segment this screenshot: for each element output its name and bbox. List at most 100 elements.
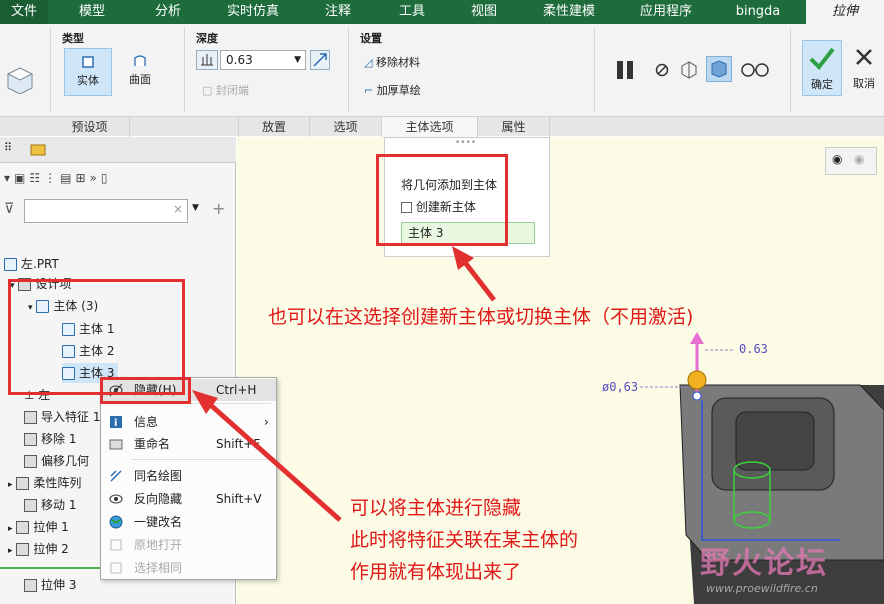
eye-icon[interactable]: ◉	[832, 152, 842, 166]
tree-item-flex[interactable]: ▸ 柔性阵列	[8, 473, 81, 493]
ok-button[interactable]: 确定	[802, 40, 842, 96]
tree-item-extrude-2[interactable]: ▸ 拉伸 2	[8, 539, 69, 559]
menu-item-reverse-hide[interactable]: 反向隐藏 Shift+V	[101, 488, 276, 510]
remove-material-icon: ◿	[364, 56, 373, 69]
tree-columns-icon[interactable]: ⊞	[75, 171, 89, 185]
select-same-label: 选择相同	[134, 561, 183, 575]
expand-icon[interactable]: ▸	[8, 546, 13, 556]
tree-toolbar: ▾▣☷⋮▤⊞»▯	[4, 171, 112, 185]
folder-browser-icon[interactable]	[30, 142, 46, 156]
remove-material-button[interactable]: ◿ 移除材料	[364, 54, 420, 70]
cancel-button[interactable]: 取消	[846, 40, 882, 96]
menu-model[interactable]: 模型	[64, 0, 120, 24]
verify-preview-icon	[711, 60, 727, 78]
thicken-label: 加厚草绘	[376, 84, 421, 97]
add-icon[interactable]: +	[212, 199, 225, 218]
submenu-arrow-icon: ›	[264, 415, 269, 429]
flip-direction-button[interactable]	[310, 50, 330, 70]
expand-icon[interactable]: ▸	[8, 480, 13, 490]
menu-bingda[interactable]: bingda	[728, 0, 788, 24]
move2-label: 移动 1	[41, 498, 77, 512]
expand-icon[interactable]: »	[90, 171, 101, 185]
depth-type-button[interactable]	[196, 50, 218, 70]
expand-icon[interactable]: ▸	[8, 524, 13, 534]
tab-presets[interactable]: 预设项	[50, 117, 130, 137]
menu-analysis[interactable]: 分析	[140, 0, 196, 24]
offset-label: 偏移几何	[41, 454, 90, 468]
menu-tools[interactable]: 工具	[384, 0, 440, 24]
tab-body-options[interactable]: 主体选项	[382, 117, 478, 137]
tree-item-extrude-3[interactable]: 拉伸 3	[24, 575, 76, 595]
info-label: 信息	[134, 415, 159, 429]
context-menu: 隐藏(H) Ctrl+H i 信息 › 重命名 Shift+F 同名绘图 反向隐藏 Sh…	[100, 377, 277, 580]
menu-item-select-same[interactable]: 选择相同	[101, 557, 276, 579]
depth-group-label: 深度	[196, 32, 218, 45]
depth-input[interactable]: 0.63 ▼	[220, 50, 306, 70]
clear-icon[interactable]: ×	[173, 202, 183, 216]
closed-ends-option[interactable]: ▢ 封闭端	[202, 82, 249, 98]
tab-placement[interactable]: 放置	[238, 117, 310, 137]
menu-item-auto-rename[interactable]: 一键改名	[101, 511, 276, 533]
menu-bar: 文件 模型 分析 实时仿真 注释 工具 视图 柔性建模 应用程序 bingda …	[0, 0, 884, 24]
show-icon[interactable]: ▾	[4, 171, 14, 185]
menu-item-rename[interactable]: 重命名 Shift+F	[101, 433, 276, 455]
settings-icon[interactable]: ▤	[60, 171, 75, 185]
menu-file[interactable]: 文件	[0, 0, 48, 24]
tree-item-move[interactable]: 移除 1	[24, 429, 76, 449]
depth-blind-icon	[201, 54, 213, 66]
view-toolbar: ◉ ◉	[825, 147, 877, 175]
rename-icon	[109, 439, 123, 450]
eye-hidden-icon[interactable]: ◉	[854, 152, 864, 166]
menu-flexible[interactable]: 柔性建模	[534, 0, 604, 24]
no-preview-icon[interactable]	[654, 62, 670, 78]
menu-item-info[interactable]: i 信息 ›	[101, 411, 276, 433]
menu-simulation[interactable]: 实时仿真	[218, 0, 288, 24]
tree-item-extrude-1[interactable]: ▸ 拉伸 1	[8, 517, 69, 537]
search-dropdown-icon[interactable]: ▼	[192, 203, 199, 213]
menu-item-same-drawing[interactable]: 同名绘图	[101, 465, 276, 487]
annotation-bottom-1: 可以将主体进行隐藏	[350, 497, 522, 519]
ribbon-subtabs: 预设项 放置 选项 主体选项 属性	[0, 116, 884, 137]
depth-value: 0.63	[226, 53, 253, 67]
tab-options[interactable]: 选项	[310, 117, 382, 137]
cancel-label: 取消	[853, 77, 875, 90]
panel-grip[interactable]: ••••	[455, 138, 476, 148]
extrude-2-label: 拉伸 2	[33, 542, 69, 556]
model-tree-tab-icon[interactable]: ⠿	[4, 141, 12, 154]
glasses-icon[interactable]	[740, 60, 770, 78]
tree-search-input[interactable]: ×	[24, 199, 188, 223]
preview-toggle-button[interactable]	[706, 56, 732, 82]
drawing-icon	[110, 470, 122, 482]
tab-properties[interactable]: 属性	[478, 117, 550, 137]
tree-item-part[interactable]: 左.PRT	[4, 254, 59, 274]
preview-mesh-icon[interactable]	[678, 58, 700, 80]
solid-type-button[interactable]: 实体	[64, 48, 112, 96]
tree-item-import[interactable]: 导入特征 1	[24, 407, 100, 427]
diameter-dimension[interactable]: ø0,63	[602, 380, 638, 394]
menu-annotate[interactable]: 注释	[310, 0, 366, 24]
part-icon	[4, 258, 17, 271]
closed-ends-label: 封闭端	[215, 84, 249, 97]
menu-item-open-in-place[interactable]: 原地打开	[101, 534, 276, 556]
info-icon: i	[110, 416, 122, 429]
remove-feature-icon	[24, 433, 37, 446]
tree-item-move2[interactable]: 移动 1	[24, 495, 76, 515]
surface-type-button[interactable]: 曲面	[116, 48, 164, 96]
tree-filter-icon[interactable]: ☷	[29, 171, 44, 185]
height-dimension[interactable]: 0.63	[739, 342, 768, 356]
reverse-hide-label: 反向隐藏	[134, 492, 183, 506]
pause-icon[interactable]	[614, 58, 638, 82]
move-label: 移除 1	[41, 432, 77, 446]
layer-icon[interactable]: ▣	[14, 171, 29, 185]
select-same-icon	[110, 562, 122, 574]
auto-rename-label: 一键改名	[134, 515, 183, 529]
surface-label: 曲面	[129, 73, 151, 86]
filter-icon[interactable]: ⊽	[4, 201, 14, 217]
menu-view[interactable]: 视图	[456, 0, 512, 24]
menu-extrude[interactable]: 拉伸	[806, 0, 884, 24]
thicken-sketch-button[interactable]: ⌐ 加厚草绘	[364, 82, 421, 98]
tree-item-offset[interactable]: 偏移几何	[24, 451, 89, 471]
menu-apps[interactable]: 应用程序	[626, 0, 706, 24]
page-icon[interactable]: ▯	[101, 171, 112, 185]
columns-icon[interactable]: ⋮	[44, 171, 60, 185]
